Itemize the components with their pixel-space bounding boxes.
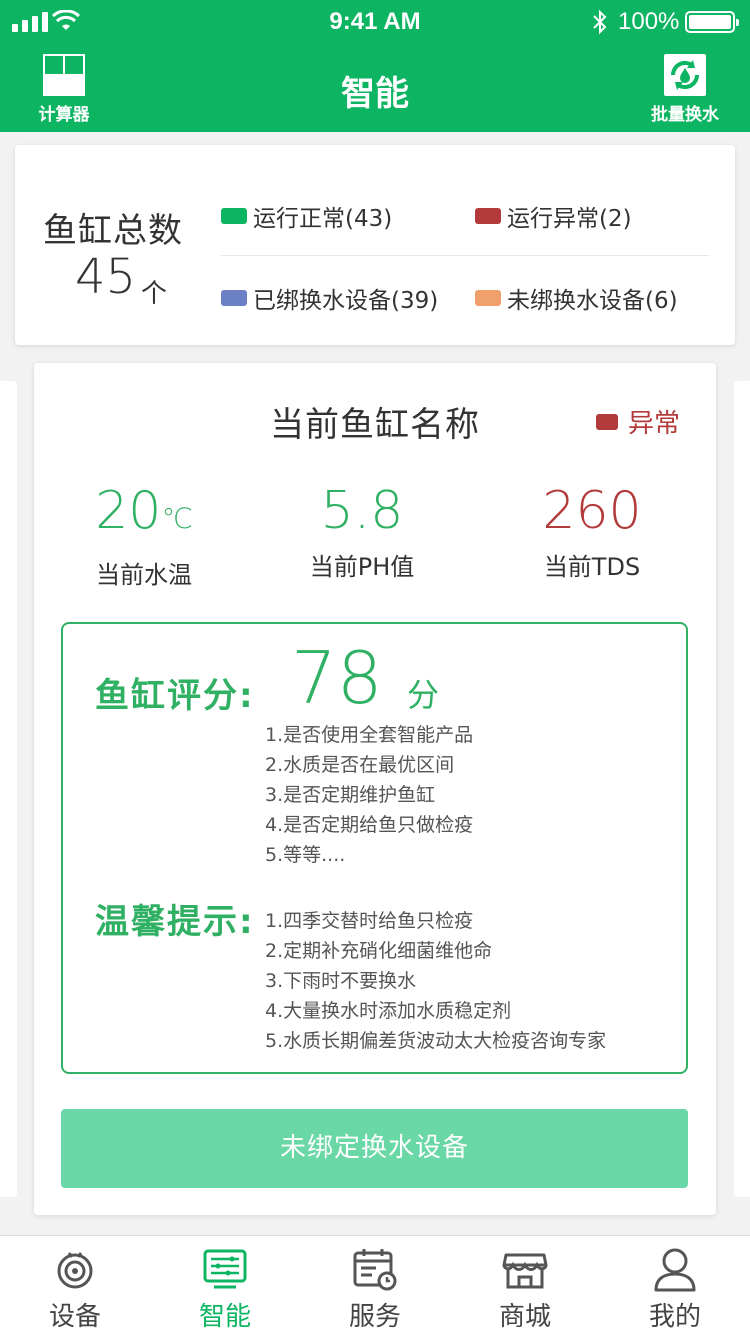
list-item: 3.下雨时不要换水 [265, 970, 417, 992]
water-exchange-icon [664, 54, 706, 96]
device-icon [0, 1244, 150, 1294]
metric-tds: 260 当前TDS [482, 481, 702, 582]
metric-temperature: 20℃ 当前水温 [34, 481, 254, 590]
list-item: 5.等等.... [265, 844, 346, 866]
top-bar: 9:41 AM 100% 计算器 智能 批量换水 [0, 0, 750, 132]
calendar-clock-icon [300, 1244, 450, 1294]
tab-smart-label: 智能 [198, 1302, 251, 1332]
score-unit: 分 [407, 676, 440, 714]
ph-value: 5.8 [320, 481, 404, 541]
tab-smart[interactable]: 智能 [150, 1236, 300, 1334]
tips-label: 温馨提示: [95, 902, 255, 942]
divider [221, 255, 709, 256]
tab-device[interactable]: 设备 [0, 1236, 150, 1334]
tab-bar: 设备 智能 服务 商城 我的 [0, 1235, 750, 1334]
battery-percent: 100% [618, 8, 680, 35]
bind-water-device-button[interactable]: 未绑定换水设备 [61, 1109, 688, 1188]
batch-water-change-button[interactable]: 批量换水 [640, 54, 730, 125]
tab-shop-label: 商城 [498, 1302, 551, 1332]
list-item: 4.大量换水时添加水质稳定剂 [265, 1000, 512, 1022]
tips-list: 1.四季交替时给鱼只检疫 2.定期补充硝化细菌维他命 3.下雨时不要换水 4.大… [265, 906, 606, 1056]
shop-icon [450, 1244, 600, 1294]
score-panel: 鱼缸评分: 78 分 1.是否使用全套智能产品 2.水质是否在最优区间 3.是否… [61, 622, 688, 1074]
list-item: 1.四季交替时给鱼只检疫 [265, 910, 474, 932]
tab-shop[interactable]: 商城 [450, 1236, 600, 1334]
list-item: 5.水质长期偏差货波动太大检疫咨询专家 [265, 1030, 607, 1052]
ph-label: 当前PH值 [309, 553, 415, 581]
page-title: 智能 [341, 74, 409, 114]
status-badge: 异常 [596, 403, 680, 440]
status-bar: 9:41 AM 100% [0, 0, 750, 44]
user-icon [600, 1244, 750, 1294]
temperature-value-wrap: 20℃ [34, 481, 254, 549]
total-tanks-unit: 个 [141, 279, 168, 309]
list-item: 4.是否定期给鱼只做检疫 [265, 814, 474, 836]
legend-running-abnormal: 运行异常(2) [475, 199, 632, 233]
tab-mine[interactable]: 我的 [600, 1236, 750, 1334]
score-value: 78 [291, 636, 383, 720]
list-item: 2.水质是否在最优区间 [265, 754, 455, 776]
total-tanks-count: 45 [75, 249, 137, 305]
temperature-value: 20 [95, 481, 162, 541]
metric-ph: 5.8 当前PH值 [252, 481, 472, 582]
smart-icon [150, 1244, 300, 1294]
legend-swatch [221, 290, 247, 306]
legend-running-normal: 运行正常(43) [221, 199, 392, 233]
tab-mine-label: 我的 [648, 1302, 701, 1332]
legend-label: 运行异常(2) [507, 206, 632, 232]
legend-label: 未绑换水设备(6) [507, 288, 678, 314]
temperature-label: 当前水温 [96, 561, 192, 589]
previous-card-peek[interactable] [0, 381, 17, 1197]
list-item: 2.定期补充硝化细菌维他命 [265, 940, 493, 962]
legend-swatch [221, 208, 247, 224]
tab-service[interactable]: 服务 [300, 1236, 450, 1334]
tab-device-label: 设备 [48, 1302, 101, 1332]
legend-swatch [475, 290, 501, 306]
next-card-peek[interactable] [734, 381, 750, 1197]
status-text: 异常 [628, 409, 681, 439]
tank-detail-card[interactable]: 当前鱼缸名称 异常 20℃ 当前水温 5.8 当前PH值 260 当前TDS 鱼… [34, 363, 716, 1215]
battery-icon [685, 11, 739, 33]
legend-label: 已绑换水设备(39) [253, 288, 439, 314]
score-label: 鱼缸评分: [95, 676, 255, 716]
temperature-unit: ℃ [161, 502, 193, 535]
tank-summary-card: 鱼缸总数 45 个 运行正常(43) 运行异常(2) 已绑换水设备(39) 未绑… [15, 145, 735, 345]
score-criteria-list: 1.是否使用全套智能产品 2.水质是否在最优区间 3.是否定期维护鱼缸 4.是否… [265, 720, 473, 870]
list-item: 1.是否使用全套智能产品 [265, 724, 474, 746]
bluetooth-icon [593, 9, 607, 35]
tds-value: 260 [542, 481, 642, 541]
legend-swatch [475, 208, 501, 224]
list-item: 3.是否定期维护鱼缸 [265, 784, 436, 806]
batch-water-change-label: 批量换水 [651, 105, 719, 125]
status-swatch [596, 413, 618, 430]
legend-unbound-device: 未绑换水设备(6) [475, 281, 678, 315]
legend-bound-device: 已绑换水设备(39) [221, 281, 438, 315]
legend-label: 运行正常(43) [253, 206, 393, 232]
total-tanks-label: 鱼缸总数 [43, 211, 183, 251]
tds-label: 当前TDS [543, 553, 641, 581]
tab-service-label: 服务 [348, 1302, 401, 1332]
